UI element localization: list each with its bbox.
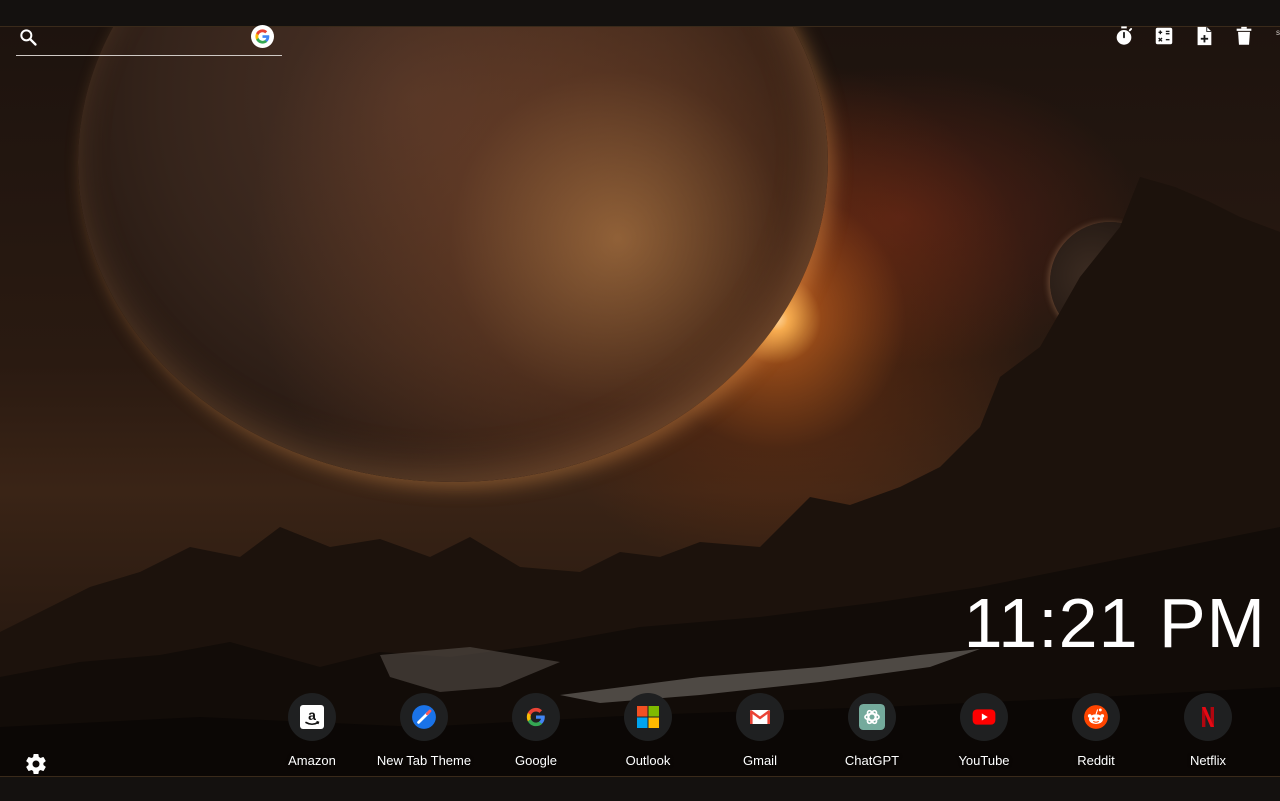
calculator-icon[interactable] xyxy=(1152,24,1176,48)
reddit-icon xyxy=(1072,693,1120,741)
shortcut-google[interactable]: Google xyxy=(480,693,592,773)
shortcut-new-tab-theme[interactable]: New Tab Theme xyxy=(368,693,480,773)
shortcut-label: Outlook xyxy=(625,753,671,768)
shortcut-label: New Tab Theme xyxy=(376,753,472,768)
search-bar xyxy=(16,24,282,56)
search-engine-google-icon[interactable] xyxy=(251,25,274,48)
search-input[interactable] xyxy=(50,28,244,50)
shortcut-amazon[interactable]: a Amazon xyxy=(256,693,368,773)
window-top-bar xyxy=(0,0,1280,27)
gmail-icon xyxy=(736,693,784,741)
shortcut-netflix[interactable]: Netflix xyxy=(1152,693,1264,773)
shortcut-chatgpt[interactable]: ChatGPT xyxy=(816,693,928,773)
shortcut-label: Gmail xyxy=(743,753,777,768)
trash-icon[interactable] xyxy=(1232,24,1256,48)
add-note-icon[interactable] xyxy=(1192,24,1216,48)
edge-cut-letter: s xyxy=(1276,28,1280,37)
shortcut-label: ChatGPT xyxy=(844,753,900,768)
shortcut-label: Google xyxy=(515,753,557,768)
new-tab-theme-icon xyxy=(400,693,448,741)
svg-text:a: a xyxy=(308,707,316,723)
netflix-icon xyxy=(1184,693,1232,741)
chatgpt-icon xyxy=(848,693,896,741)
shortcut-label: Netflix xyxy=(1189,753,1227,768)
clock-time: 11:21 PM xyxy=(963,584,1266,662)
shortcut-label: YouTube xyxy=(958,753,1010,768)
window-bottom-bar xyxy=(0,776,1280,801)
search-icon[interactable] xyxy=(18,27,38,47)
amazon-icon: a xyxy=(288,693,336,741)
settings-gear-icon[interactable] xyxy=(24,752,48,776)
shortcut-reddit[interactable]: Reddit xyxy=(1040,693,1152,773)
shortcut-gmail[interactable]: Gmail xyxy=(704,693,816,773)
youtube-icon xyxy=(960,693,1008,741)
shortcut-outlook[interactable]: Outlook xyxy=(592,693,704,773)
shortcut-label: Amazon xyxy=(288,753,336,768)
outlook-icon xyxy=(624,693,672,741)
stopwatch-icon[interactable] xyxy=(1112,24,1136,48)
wallpaper-background xyxy=(0,27,1280,776)
shortcut-label: Reddit xyxy=(1077,753,1115,768)
shortcut-youtube[interactable]: YouTube xyxy=(928,693,1040,773)
google-icon xyxy=(512,693,560,741)
landscape-silhouette xyxy=(0,177,1280,776)
